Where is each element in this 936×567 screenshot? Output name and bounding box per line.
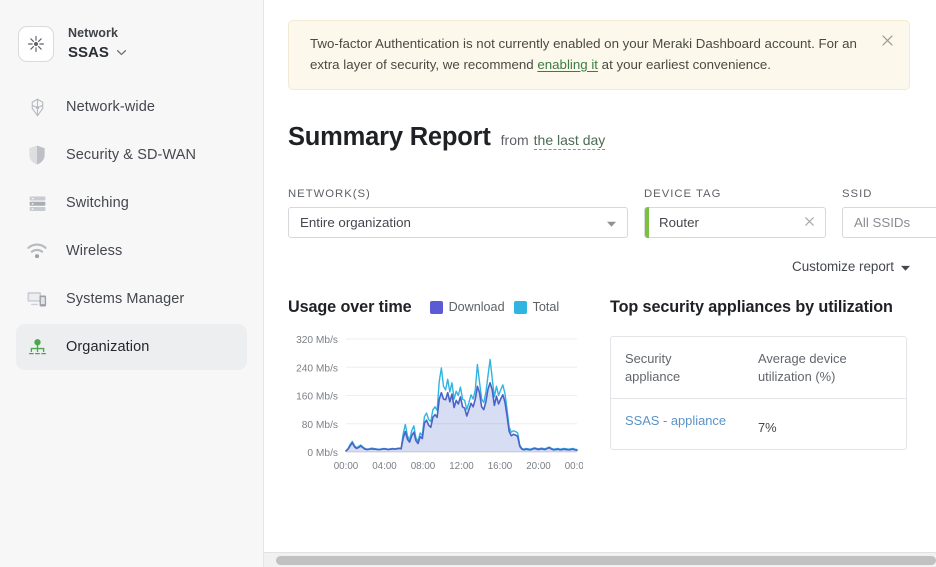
app-root: Network SSAS Network-wide Security & SD-… <box>0 0 936 567</box>
legend-swatch <box>513 300 527 314</box>
usage-panel-title: Usage over time <box>288 297 412 316</box>
device-tag-filter: DEVICE TAG Router <box>644 188 826 239</box>
top-appliances-title: Top security appliances by utilization <box>610 297 893 316</box>
close-icon[interactable] <box>880 33 895 48</box>
svg-text:00:00: 00:00 <box>334 461 359 472</box>
filters-row: NETWORK(S) Entire organization DEVICE TA… <box>288 188 936 239</box>
chevron-down-icon[interactable] <box>116 48 127 59</box>
network-label: Network <box>68 26 119 40</box>
sidebar-item-systems-manager[interactable]: Systems Manager <box>16 276 247 322</box>
svg-text:240 Mb/s: 240 Mb/s <box>296 363 338 374</box>
shield-icon <box>22 144 52 166</box>
time-range-selector[interactable]: the last day <box>533 132 606 151</box>
networks-select-value: Entire organization <box>300 215 411 231</box>
device-tag-filter-label: DEVICE TAG <box>644 188 722 201</box>
sidebar-nav: Network-wide Security & SD-WAN Switching… <box>0 84 263 371</box>
panels-row: Usage over time Download Total 0 Mb/s 80… <box>288 295 936 478</box>
chevron-down-icon <box>606 215 617 230</box>
svg-text:320 Mb/s: 320 Mb/s <box>296 335 338 346</box>
network-selector[interactable]: Network SSAS <box>0 0 263 63</box>
page-title-from-label: from <box>500 132 529 149</box>
ssid-select-value: All SSIDs <box>854 215 911 231</box>
devices-icon <box>22 289 52 309</box>
legend-label: Total <box>532 300 560 315</box>
two-factor-banner: Two-factor Authentication is not current… <box>288 20 910 91</box>
usage-chart: 0 Mb/s 80 Mb/s 160 Mb/s 240 Mb/s 320 Mb/s 00:… <box>288 333 590 478</box>
device-tag-value: Router <box>659 215 699 231</box>
ssid-filter-label: SSID <box>842 188 873 201</box>
table-row: SSAS - appliance 7% <box>611 398 906 449</box>
networks-filter: NETWORK(S) Entire organization <box>288 188 628 239</box>
sidebar-item-label: Systems Manager <box>66 291 185 308</box>
customize-report-row: Customize report <box>288 259 910 274</box>
sidebar-item-label: Organization <box>66 339 150 356</box>
chart-legend: Download Total <box>429 300 560 315</box>
sidebar-item-security-sdwan[interactable]: Security & SD-WAN <box>16 132 247 178</box>
sidebar-item-label: Wireless <box>66 243 123 260</box>
banner-enable-link[interactable]: enabling it <box>537 57 598 72</box>
networks-select[interactable]: Entire organization <box>288 207 628 239</box>
network-name: SSAS <box>68 43 109 61</box>
cell-utilization: 7% <box>758 420 777 436</box>
svg-text:04:00: 04:00 <box>372 461 397 472</box>
svg-text:00:00: 00:00 <box>565 461 583 472</box>
svg-text:12:00: 12:00 <box>449 461 474 472</box>
usage-over-time-panel: Usage over time Download Total 0 Mb/s 80… <box>288 295 590 478</box>
scrollbar-thumb[interactable] <box>276 555 936 565</box>
switch-stack-icon <box>22 193 52 214</box>
device-tag-input[interactable]: Router <box>644 207 826 239</box>
caret-down-icon <box>901 259 910 274</box>
legend-item-total: Total <box>513 300 560 315</box>
top-appliances-table: Security appliance Average device utiliz… <box>610 336 907 451</box>
banner-text-after: at your earliest convenience. <box>597 56 771 72</box>
page-title: Summary Report <box>288 123 491 152</box>
ssid-filter: SSID All SSIDs <box>842 188 936 239</box>
column-header-appliance: Security appliance <box>625 351 681 384</box>
main-content: Two-factor Authentication is not current… <box>264 0 936 567</box>
top-appliances-panel: Top security appliances by utilization S… <box>610 295 910 478</box>
sidebar-item-label: Switching <box>66 195 129 212</box>
organization-tree-icon <box>22 337 52 358</box>
sidebar-item-organization[interactable]: Organization <box>16 324 247 371</box>
table-header-row: Security appliance Average device utiliz… <box>611 337 906 398</box>
cell-appliance: SSAS - appliance <box>611 399 744 449</box>
network-logo <box>18 26 54 63</box>
appliance-link[interactable]: SSAS - appliance <box>625 413 726 428</box>
networks-filter-label: NETWORK(S) <box>288 188 371 201</box>
horizontal-scrollbar[interactable] <box>264 552 936 567</box>
svg-text:16:00: 16:00 <box>488 461 513 472</box>
customize-report-button[interactable]: Customize report <box>792 259 910 274</box>
sidebar-item-label: Network-wide <box>66 99 156 116</box>
sidebar-item-label: Security & SD-WAN <box>66 147 197 164</box>
svg-text:0 Mb/s: 0 Mb/s <box>307 448 338 459</box>
legend-swatch <box>429 300 443 314</box>
legend-label: Download <box>448 300 505 315</box>
network-wide-icon <box>22 97 52 118</box>
wifi-icon <box>22 242 52 260</box>
svg-text:160 Mb/s: 160 Mb/s <box>296 392 338 403</box>
legend-item-download: Download <box>429 300 505 315</box>
customize-report-label: Customize report <box>792 259 894 275</box>
sidebar-item-switching[interactable]: Switching <box>16 180 247 226</box>
close-icon[interactable] <box>803 215 816 231</box>
svg-text:80 Mb/s: 80 Mb/s <box>302 420 338 431</box>
svg-text:20:00: 20:00 <box>526 461 551 472</box>
sidebar-item-network-wide[interactable]: Network-wide <box>16 84 247 130</box>
usage-chart-svg: 0 Mb/s 80 Mb/s 160 Mb/s 240 Mb/s 320 Mb/s 00:… <box>296 335 590 472</box>
ssid-select[interactable]: All SSIDs <box>842 207 936 239</box>
svg-text:08:00: 08:00 <box>411 461 436 472</box>
column-header-utilization: Average device utilization (%) <box>758 351 847 384</box>
banner-text: Two-factor Authentication is not current… <box>310 34 869 75</box>
page-header: Summary Report from the last day <box>288 123 936 152</box>
sidebar-item-wireless[interactable]: Wireless <box>16 228 247 274</box>
sidebar: Network SSAS Network-wide Security & SD-… <box>0 0 264 567</box>
